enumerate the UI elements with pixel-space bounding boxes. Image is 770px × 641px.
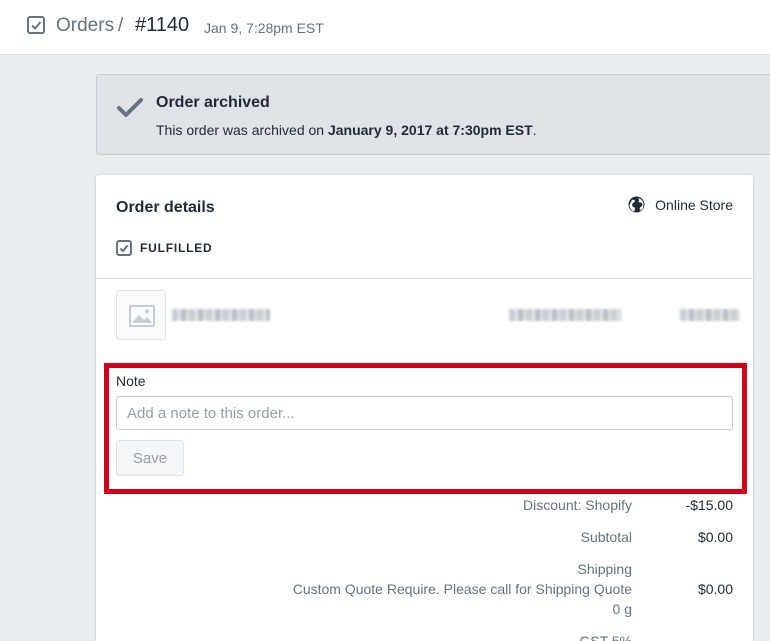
sales-channel: Online Store <box>628 196 733 213</box>
blurred-product-name <box>172 309 270 321</box>
breadcrumb-orders-link[interactable]: Orders <box>56 15 114 37</box>
archived-banner: Order archived This order was archived o… <box>96 74 770 155</box>
page-title: #1140 <box>135 14 190 36</box>
blurred-product-total <box>680 309 740 321</box>
divider <box>96 278 753 279</box>
subtotal-value: $0.00 <box>697 529 733 545</box>
shipping-method: Custom Quote Require. Please call for Sh… <box>292 581 632 597</box>
shipping-weight: 0 g <box>612 601 632 617</box>
breadcrumb-separator: / <box>118 15 124 36</box>
save-note-button[interactable]: Save <box>116 440 184 476</box>
order-details-title: Order details <box>116 199 215 216</box>
globe-icon <box>628 196 645 213</box>
checkmark-icon <box>117 98 143 117</box>
discount-label: Discount: Shopify <box>523 497 632 513</box>
banner-message: This order was archived on January 9, 20… <box>156 122 537 138</box>
banner-text-prefix: This order was archived on <box>156 122 328 138</box>
image-placeholder-icon <box>129 305 155 327</box>
fulfilled-status-label: FULFILLED <box>140 241 213 255</box>
shipping-label: Shipping <box>577 561 633 577</box>
fulfillment-status: FULFILLED <box>116 240 213 256</box>
orders-icon <box>27 16 45 34</box>
note-section: Note Save <box>104 363 747 494</box>
subtotal-label: Subtotal <box>580 529 632 545</box>
order-date: Jan 9, 7:28pm EST <box>204 20 324 36</box>
sales-channel-label: Online Store <box>655 196 733 213</box>
banner-title: Order archived <box>156 94 270 111</box>
page-header: Orders / #1140 Jan 9, 7:28pm EST <box>0 0 770 55</box>
discount-value: -$15.00 <box>685 497 733 513</box>
blurred-product-price <box>509 309 621 321</box>
tax-label: GST 5% <box>579 633 632 641</box>
note-input[interactable] <box>116 396 733 430</box>
fulfilled-check-icon <box>116 240 132 256</box>
banner-archive-date: January 9, 2017 at 7:30pm EST <box>327 122 533 138</box>
product-thumbnail <box>116 290 166 340</box>
line-item <box>116 290 740 340</box>
note-label: Note <box>116 373 146 389</box>
shipping-value: $0.00 <box>697 581 733 597</box>
banner-text-suffix: . <box>532 122 537 138</box>
